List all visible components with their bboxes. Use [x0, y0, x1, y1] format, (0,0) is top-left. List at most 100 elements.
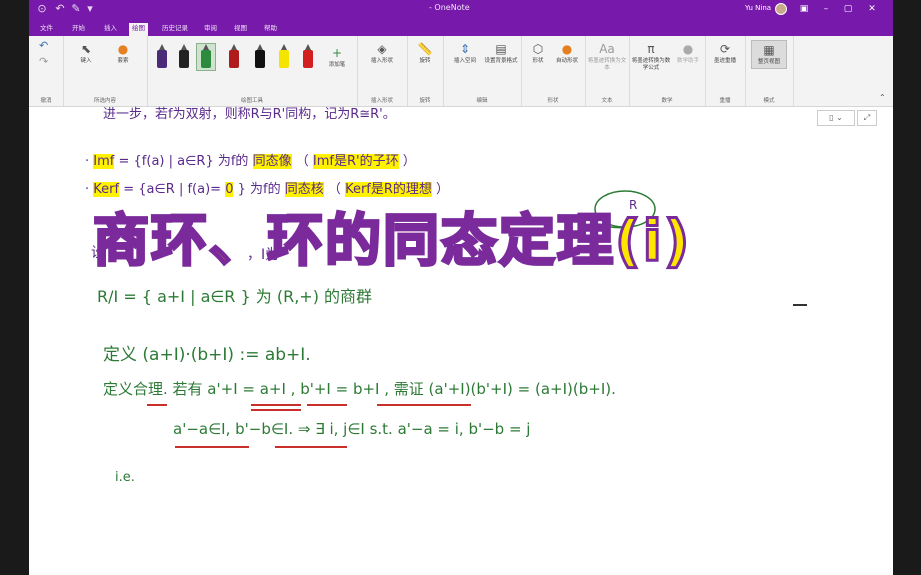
implication-line: a'−a∈I, b'−b∈I. ⇒ ∃ i, j∈I s.t. a'−a = i…: [173, 420, 531, 438]
insert-shapes-button[interactable]: ◈ 插入形状: [363, 42, 401, 65]
replay-icon: ⟳: [719, 42, 731, 56]
background-button[interactable]: ▤ 设置背景格式: [483, 42, 519, 65]
red-underline-4: [307, 404, 347, 406]
ribbon-options-icon[interactable]: ▣: [797, 2, 811, 16]
ribbon: ↶ ↷ 撤消 ⬉ 键入 ● 套索 所选内容 + 添加笔 绘图工具 ◈ 插入形状 …: [29, 36, 893, 107]
close-icon[interactable]: ✕: [865, 2, 879, 16]
group-replay: ⟳ 墨迹重播 重播: [705, 36, 746, 106]
red-underline-5: [377, 404, 471, 406]
user-name[interactable]: Yu Nina: [745, 4, 771, 12]
stray-mark: [793, 304, 807, 306]
tab-home[interactable]: 开始: [69, 23, 88, 36]
group-selection: ⬉ 键入 ● 套索 所选内容: [63, 36, 148, 106]
insert-space-button[interactable]: ⇕ 插入空间: [447, 42, 483, 65]
shapes-icon: ◈: [377, 42, 387, 56]
group-label-rotate: 旋转: [419, 98, 431, 104]
pen-5[interactable]: [251, 44, 269, 70]
shapes-label: 形状: [532, 58, 544, 64]
ink-to-math-label: 将墨迹转换为数学公式: [631, 58, 671, 71]
group-label-replay: 重播: [719, 98, 731, 104]
onenote-window: ⊙ ↶ ✎ ▾ - OneNote Yu Nina ▣ – ▢ ✕ 文件 开始 …: [29, 0, 893, 575]
pen-4[interactable]: [225, 44, 243, 70]
insert-shapes-label: 插入形状: [370, 58, 393, 64]
ink-to-text-label: 将墨迹转换为文本: [587, 58, 627, 71]
imf-label: Imf: [93, 154, 115, 169]
ruler-icon: 📏: [417, 42, 433, 56]
full-page-icon: ▦: [763, 43, 775, 57]
tab-view[interactable]: 视图: [231, 23, 250, 36]
paren-close: ）: [402, 154, 416, 169]
group-rotate: 📏 旋转 旋转: [407, 36, 444, 106]
pen-2[interactable]: [175, 44, 193, 70]
maximize-icon[interactable]: ▢: [841, 2, 855, 16]
back-icon[interactable]: ⊙: [35, 2, 49, 16]
group-undo: ↶ ↷ 撤消: [29, 36, 64, 106]
undo-quick-icon[interactable]: ↶: [53, 2, 67, 16]
auto-shapes-button[interactable]: ● 自动形状: [553, 42, 581, 65]
group-label-math: 数学: [661, 98, 673, 104]
red-underline-3: [251, 409, 301, 411]
ink-to-text-button[interactable]: Aa 将墨迹转换为文本: [587, 42, 627, 72]
eraser-button[interactable]: ● 套索: [105, 42, 141, 65]
customize-quick-icon[interactable]: ▾: [83, 2, 97, 16]
undo-icon[interactable]: ↶: [39, 40, 48, 51]
pen-3-selected[interactable]: [196, 43, 216, 71]
collapse-ribbon-icon[interactable]: ⌃: [879, 94, 886, 102]
kerf-definition: = {a∈R | f(a)=: [123, 182, 222, 197]
avatar[interactable]: [775, 3, 787, 15]
tab-file[interactable]: 文件: [37, 23, 56, 36]
red-underline-7: [275, 446, 347, 448]
group-pens: + 添加笔 绘图工具: [147, 36, 358, 106]
paren-open-2: （: [327, 182, 341, 197]
group-insert-shapes: ◈ 插入形状 插入形状: [357, 36, 408, 106]
full-page-view-button[interactable]: ▦ 整页视图: [751, 40, 787, 69]
group-label-undo: 撤消: [40, 98, 52, 104]
group-label-edit: 编辑: [476, 98, 488, 104]
pen-red[interactable]: [299, 44, 317, 70]
cursor-icon: ⬉: [80, 42, 92, 56]
pen-quick-icon[interactable]: ✎: [69, 2, 83, 16]
note-line-2: · Imf = {f(a) | a∈R} 为f的 同态像 （ Imf是R'的子环…: [85, 154, 416, 169]
add-pen-button[interactable]: + 添加笔: [323, 46, 351, 69]
ruler-label: 旋转: [419, 58, 431, 64]
paren-open: （: [295, 154, 309, 169]
window-title: - OneNote: [429, 3, 470, 12]
shapes-gallery-icon: ⬡: [532, 42, 544, 56]
quotient-definition: R/I = { a+I | a∈R } 为 (R,+) 的商群: [97, 287, 373, 306]
dot-icon: ●: [117, 42, 129, 56]
group-text: Aa 将墨迹转换为文本 文本: [585, 36, 630, 106]
tab-insert[interactable]: 插入: [101, 23, 120, 36]
lasso-button[interactable]: ⬉ 键入: [73, 42, 99, 65]
kernel-term: 同态核: [284, 182, 324, 197]
ink-to-math-button[interactable]: π 将墨迹转换为数学公式: [631, 42, 671, 72]
imf-definition: = {f(a) | a∈R} 为f的: [118, 154, 249, 169]
video-title-overlay: 商环、环的同态定理(i): [91, 208, 692, 276]
redo-icon[interactable]: ↷: [39, 56, 48, 67]
note-line-1: 进一步，若f为双射，则称R与R'同构，记为R≅R'。: [103, 107, 396, 122]
math-assist-button[interactable]: ● 数学助手: [673, 42, 703, 65]
math-assist-label: 数学助手: [676, 58, 699, 64]
ruler-button[interactable]: 📏 旋转: [411, 42, 439, 65]
ink-to-text-icon: Aa: [599, 42, 615, 56]
ink-to-math-icon: π: [647, 42, 655, 56]
view-mode-dropdown[interactable]: ▯ ⌄: [817, 110, 855, 126]
minimize-icon[interactable]: –: [819, 2, 833, 16]
zero-term: 0: [225, 182, 234, 197]
pen-1[interactable]: [153, 44, 171, 70]
expand-icon[interactable]: ⤢: [857, 110, 877, 126]
tab-review[interactable]: 审阅: [201, 23, 220, 36]
background-label: 设置背景格式: [484, 58, 518, 64]
highlighter-yellow[interactable]: [275, 44, 293, 70]
multiplication-definition: 定义 (a+I)·(b+I) := ab+I.: [103, 345, 311, 365]
group-edit: ⇕ 插入空间 ▤ 设置背景格式 编辑: [443, 36, 522, 106]
tab-help[interactable]: 帮助: [261, 23, 280, 36]
auto-shapes-icon: ●: [561, 42, 573, 56]
tab-draw[interactable]: 绘图: [129, 23, 148, 36]
shapes-button[interactable]: ⬡ 形状: [525, 42, 551, 65]
ink-replay-button[interactable]: ⟳ 墨迹重播: [709, 42, 741, 65]
plus-icon: +: [331, 46, 343, 60]
auto-shapes-label: 自动形状: [555, 58, 578, 64]
ribbon-tabs: 文件 开始 插入 绘图 历史记录 审阅 视图 帮助: [29, 20, 893, 36]
tab-history[interactable]: 历史记录: [159, 23, 191, 36]
eraser-label: 套索: [117, 58, 129, 64]
